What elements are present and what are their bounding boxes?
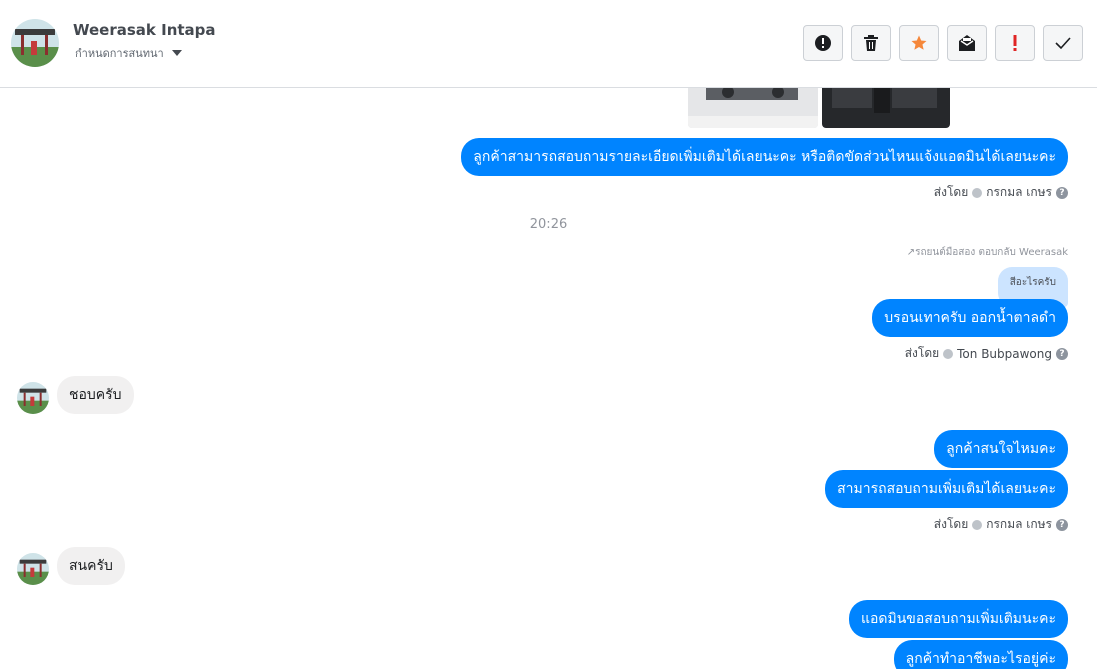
chevron-down-icon	[171, 50, 182, 56]
sender-name[interactable]: กรกมล เกษร	[986, 183, 1052, 202]
delete-button[interactable]	[851, 25, 891, 61]
page-role-icon	[943, 348, 954, 359]
help-icon[interactable]: ?	[1056, 518, 1068, 531]
timestamp-divider: 20:26	[529, 217, 568, 232]
outgoing-message[interactable]: แอดมินขอสอบถามเพิ่มเติมนะคะ	[848, 600, 1068, 638]
help-icon[interactable]: ?	[1056, 186, 1068, 199]
incoming-message[interactable]: ชอบครับ	[57, 376, 134, 414]
alert-icon	[815, 35, 831, 51]
sent-by-label: ส่งโดย	[904, 346, 940, 360]
car-photo[interactable]	[688, 88, 818, 128]
envelope-icon	[959, 35, 975, 51]
trash-icon	[864, 35, 878, 51]
page-role-icon	[972, 187, 983, 198]
contact-name[interactable]: Weerasak Intapa	[73, 21, 216, 39]
help-icon[interactable]: ?	[1056, 347, 1068, 360]
done-button[interactable]	[1043, 25, 1083, 61]
incoming-message[interactable]: สนครับ	[57, 547, 125, 585]
sent-by-info: ส่งโดย กรกมล เกษร ?	[934, 183, 1068, 202]
sender-name[interactable]: Ton Bubpawong	[957, 347, 1052, 361]
sender-name[interactable]: กรกมล เกษร	[986, 515, 1052, 534]
outgoing-message[interactable]: ลูกค้าทำอาชีพอะไรอยู่ค่ะ	[893, 640, 1068, 669]
check-icon	[1055, 37, 1071, 50]
sent-by-label: ส่งโดย	[933, 517, 969, 531]
outgoing-message[interactable]: สามารถสอบถามเพิ่มเติมได้เลยนะคะ	[825, 470, 1068, 508]
conversation-header: Weerasak Intapa กำหนดการสนทนา	[0, 0, 1097, 88]
conversation-settings-label: กำหนดการสนทนา	[75, 47, 164, 60]
mark-unread-button[interactable]	[947, 25, 987, 61]
action-toolbar	[803, 25, 1083, 61]
report-button[interactable]	[803, 25, 843, 61]
reply-context: ↗รถยนต์มือสอง ตอบกลับ Weerasak	[907, 245, 1068, 260]
message-thread: ลูกค้าสามารถสอบถามรายละเอียดเพิ่มเติมได้…	[0, 88, 1097, 669]
spam-button[interactable]	[995, 25, 1035, 61]
avatar[interactable]	[17, 382, 49, 414]
conversation-settings-dropdown[interactable]: กำหนดการสนทนา	[75, 44, 182, 62]
avatar[interactable]	[17, 553, 49, 585]
sent-by-info: ส่งโดย กรกมล เกษร ?	[934, 515, 1068, 534]
star-button[interactable]	[899, 25, 939, 61]
avatar[interactable]	[11, 19, 59, 67]
sent-by-label: ส่งโดย	[933, 185, 969, 199]
car-interior-photo[interactable]	[822, 88, 950, 128]
star-icon	[911, 35, 927, 50]
page-role-icon	[972, 519, 983, 530]
exclamation-icon	[1013, 35, 1017, 51]
sent-by-info: ส่งโดย Ton Bubpawong ?	[905, 344, 1068, 363]
outgoing-message[interactable]: ลูกค้าสนใจไหมคะ	[934, 430, 1068, 468]
reply-arrow-icon: ↗	[906, 247, 916, 258]
reply-context-label: รถยนต์มือสอง ตอบกลับ Weerasak	[915, 247, 1068, 258]
outgoing-message[interactable]: ลูกค้าสามารถสอบถามรายละเอียดเพิ่มเติมได้…	[461, 138, 1068, 176]
outgoing-message[interactable]: บรอนเทาครับ ออกน้ำตาลดำ	[872, 299, 1068, 337]
